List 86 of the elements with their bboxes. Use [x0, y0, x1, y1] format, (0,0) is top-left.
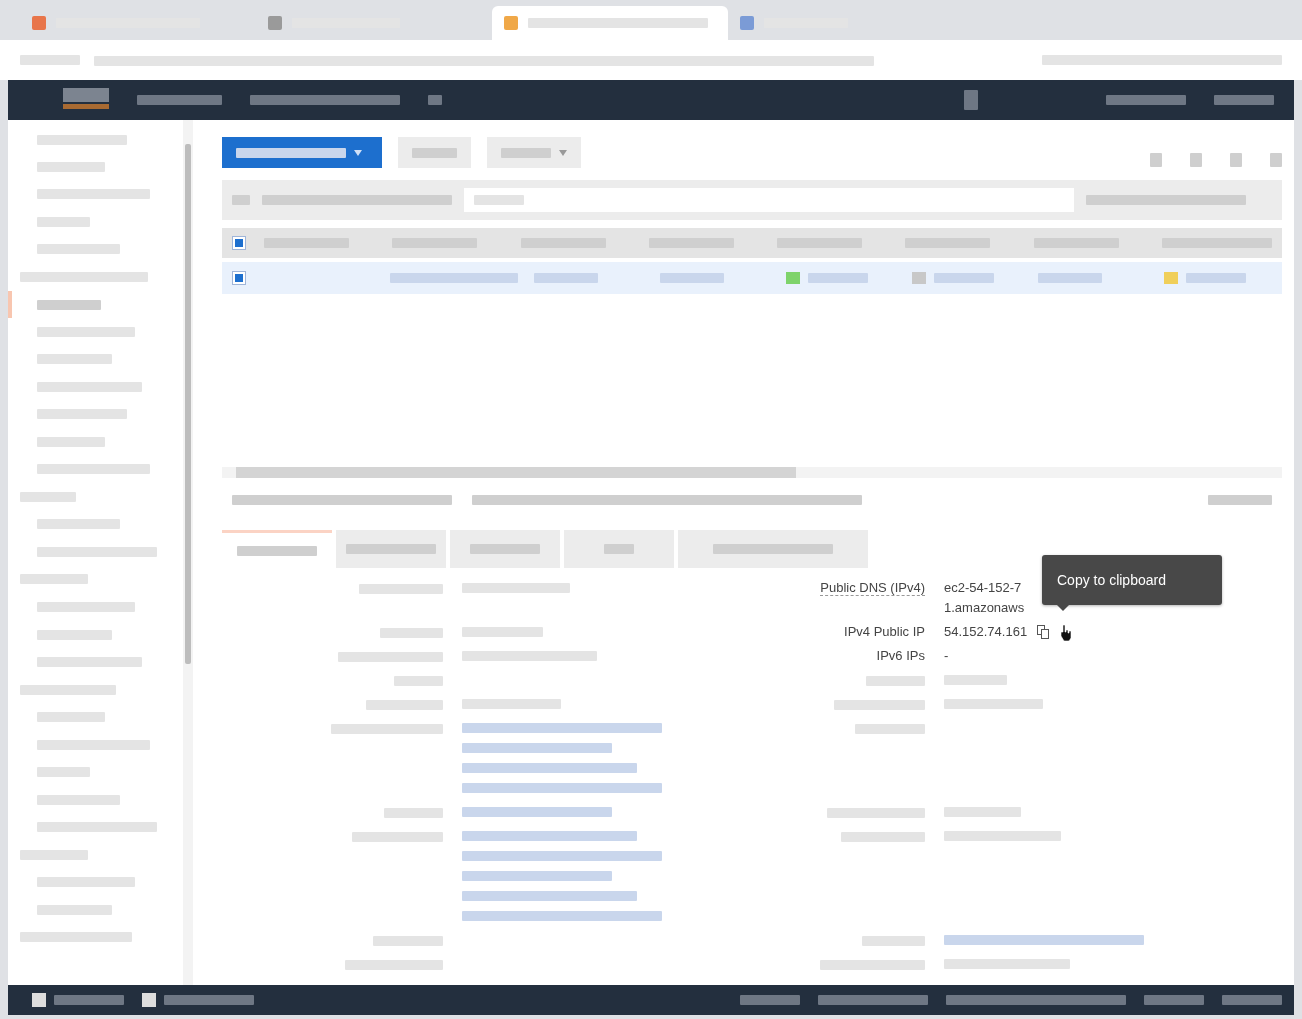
footer-text: [1144, 995, 1204, 1005]
row-checkbox[interactable]: [232, 271, 246, 285]
table-cell: [660, 273, 724, 283]
sidebar-item[interactable]: [37, 244, 120, 255]
table-cell: [808, 273, 868, 283]
value-link[interactable]: [462, 831, 637, 841]
value-link[interactable]: [462, 763, 637, 773]
sidebar-item[interactable]: [37, 629, 112, 640]
sidebar-item[interactable]: [37, 656, 142, 667]
field-label: IPv4 Public IP: [844, 624, 925, 639]
scrollbar[interactable]: [183, 120, 193, 985]
value-link[interactable]: [462, 783, 662, 793]
detail-tab[interactable]: [450, 530, 560, 568]
footer-icon[interactable]: [142, 993, 156, 1007]
field-label: [394, 675, 443, 686]
sidebar-item[interactable]: [37, 546, 157, 557]
filter-dropdown[interactable]: [262, 195, 452, 205]
table-cell: [934, 273, 994, 283]
sidebar-item[interactable]: [37, 134, 127, 145]
nav-menu[interactable]: [250, 95, 400, 105]
toolbar-button[interactable]: [398, 137, 471, 168]
select-all-checkbox[interactable]: [232, 236, 246, 250]
copy-icon[interactable]: [1037, 625, 1050, 639]
value-link[interactable]: [462, 871, 612, 881]
sidebar-item[interactable]: [37, 162, 105, 173]
value-link[interactable]: [944, 935, 1144, 945]
value-link[interactable]: [462, 723, 662, 733]
footer-text: [740, 995, 800, 1005]
detail-tab[interactable]: [564, 530, 674, 568]
value-link[interactable]: [462, 807, 612, 817]
scrollbar[interactable]: [222, 467, 1282, 478]
sidebar-item[interactable]: [37, 216, 90, 227]
sidebar-item[interactable]: [37, 189, 150, 200]
sidebar-item[interactable]: [37, 712, 105, 723]
field-value: 1.amazonaws: [944, 599, 1025, 617]
detail-tab[interactable]: [678, 530, 868, 568]
sidebar-item[interactable]: [37, 602, 135, 613]
field-label: [380, 627, 443, 638]
value-link[interactable]: [462, 743, 612, 753]
sidebar-item[interactable]: [37, 381, 142, 392]
tooltip-arrow: [1057, 605, 1069, 611]
footer-link[interactable]: [164, 995, 254, 1005]
nav-menu[interactable]: [137, 95, 222, 105]
sidebar-item[interactable]: [37, 767, 90, 778]
sidebar-item[interactable]: [37, 739, 150, 750]
sidebar-item[interactable]: [37, 821, 157, 832]
sidebar-item[interactable]: [37, 354, 112, 365]
toolbar-button[interactable]: [487, 137, 581, 168]
sidebar-item[interactable]: [37, 904, 112, 915]
sidebar-item[interactable]: [37, 409, 127, 420]
sidebar-item[interactable]: [37, 436, 105, 447]
sidebar-item[interactable]: [37, 877, 135, 888]
sidebar-item[interactable]: [37, 794, 120, 805]
field-value: 54.152.74.161: [944, 623, 1028, 641]
table-cell: [534, 273, 598, 283]
detail-tab[interactable]: [336, 530, 446, 568]
field-label: [866, 675, 925, 686]
value-link[interactable]: [462, 911, 662, 921]
sidebar-item[interactable]: [37, 327, 135, 338]
value-link[interactable]: [462, 851, 662, 861]
value-link[interactable]: [462, 891, 637, 901]
section-heading: [20, 849, 88, 860]
sidebar-item[interactable]: [37, 519, 120, 530]
search-field[interactable]: [464, 188, 1074, 212]
sidebar-item[interactable]: [37, 464, 150, 474]
footer-link[interactable]: [54, 995, 124, 1005]
field-value: [944, 675, 1007, 685]
field-label: Public DNS (IPv4): [820, 580, 925, 596]
nav-menu[interactable]: [1214, 95, 1274, 105]
table-cell: [1038, 273, 1102, 283]
field-label: [384, 807, 443, 818]
nav-menu[interactable]: [1106, 95, 1186, 105]
field-value: -: [944, 647, 949, 665]
section-heading: [20, 491, 76, 502]
field-label: IPv6 IPs: [876, 648, 925, 663]
sidebar-item[interactable]: [37, 299, 101, 310]
footer-icon[interactable]: [32, 993, 46, 1007]
field-value: ec2-54-152-7: [944, 579, 1022, 597]
field-label: [855, 723, 925, 734]
field-label: [862, 935, 925, 946]
section-heading: [20, 574, 88, 585]
browser-tab[interactable]: [492, 6, 728, 40]
footer-text: [1222, 995, 1282, 1005]
primary-button[interactable]: [222, 137, 382, 168]
table-cell: [1186, 273, 1246, 283]
field-label: [373, 935, 443, 946]
